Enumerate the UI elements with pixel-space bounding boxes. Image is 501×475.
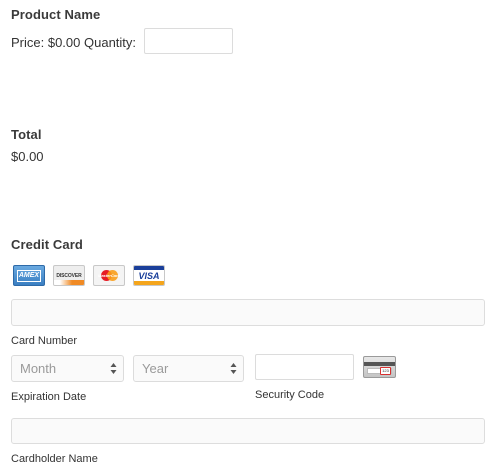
total-value: $0.00: [11, 149, 44, 164]
security-code-input[interactable]: [255, 354, 354, 380]
cvv-number-text: 123: [380, 367, 391, 375]
discover-card-icon: DISCOVER: [53, 265, 85, 286]
cardholder-name-input[interactable]: [11, 418, 485, 444]
product-name-heading: Product Name: [11, 7, 101, 22]
year-select-value: Year: [142, 361, 169, 376]
expiration-date-label: Expiration Date: [11, 391, 87, 403]
amex-card-icon: AMEX: [13, 265, 45, 286]
security-code-label: Security Code: [255, 389, 325, 401]
select-arrows-icon: [110, 363, 117, 374]
cardholder-name-label: Cardholder Name: [11, 453, 98, 465]
visa-card-icon: VISA: [133, 265, 165, 286]
mastercard-logo-text: MasterCard: [97, 273, 120, 278]
credit-card-heading: Credit Card: [11, 237, 83, 252]
month-select-value: Month: [20, 361, 57, 376]
total-heading: Total: [11, 127, 42, 142]
quantity-input[interactable]: [144, 28, 233, 54]
visa-logo-text: VISA: [138, 271, 160, 281]
card-number-input[interactable]: [11, 299, 485, 326]
mastercard-card-icon: MasterCard: [93, 265, 125, 286]
card-number-label: Card Number: [11, 335, 78, 347]
amex-logo-text: AMEX: [17, 270, 41, 282]
cvv-card-icon: 123: [363, 356, 396, 378]
price-label: Price: $0.00: [11, 35, 81, 50]
month-select[interactable]: Month: [11, 355, 124, 382]
select-arrows-icon: [230, 363, 237, 374]
discover-logo-text: DISCOVER: [56, 273, 82, 279]
year-select[interactable]: Year: [133, 355, 244, 382]
quantity-label: Quantity:: [84, 35, 137, 50]
